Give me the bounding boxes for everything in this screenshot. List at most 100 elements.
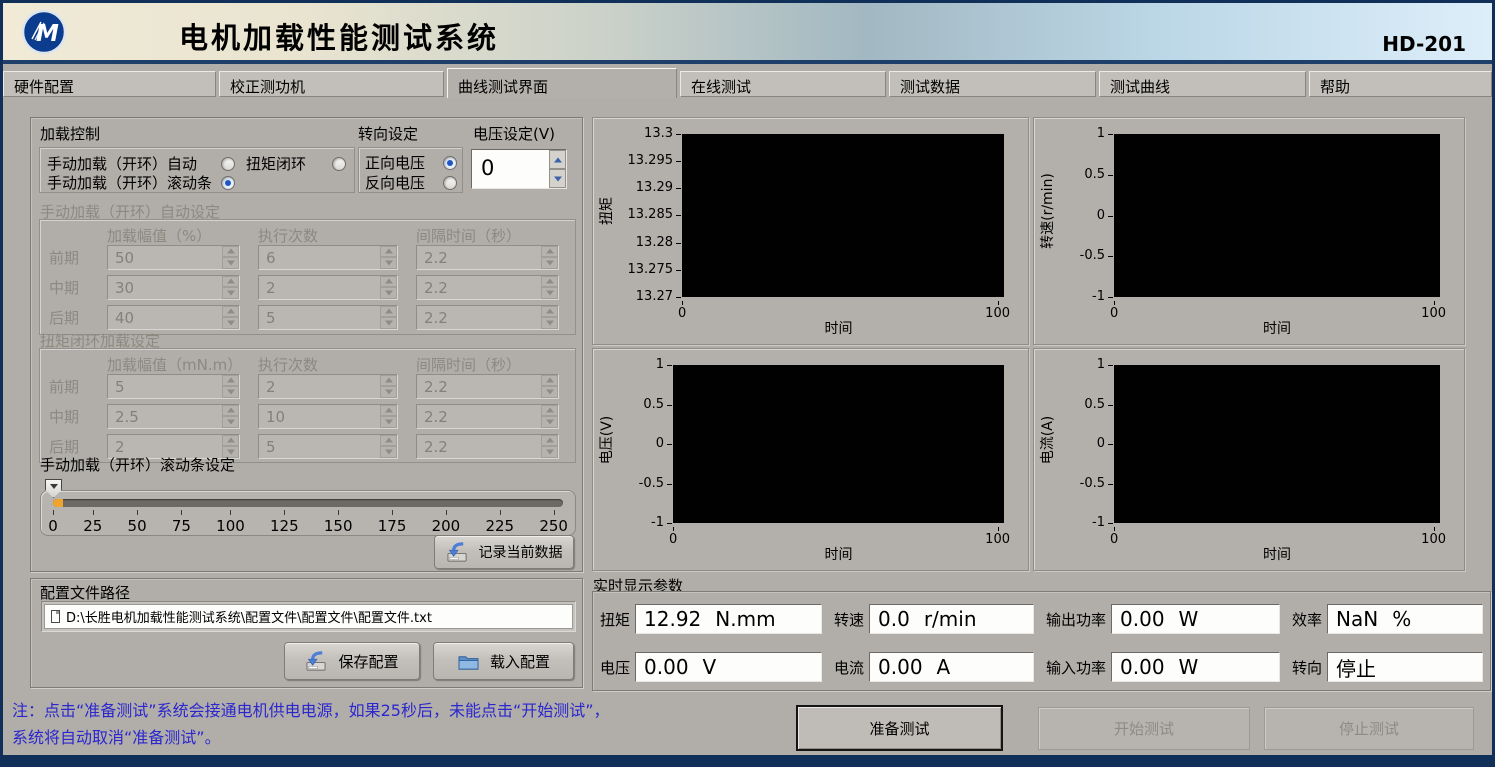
load-slider[interactable]: 0255075100125150175200225250 <box>40 490 576 536</box>
radio-button-icon[interactable] <box>221 176 235 190</box>
radio-option-manual-scrollbar[interactable]: 手动加载（开环）滚动条 <box>47 172 235 193</box>
spin-down-button <box>222 416 239 428</box>
app-window: M 电机加载性能测试系统 HD-201 硬件配置 校正测功机 曲线测试界面 在线… <box>3 3 1492 755</box>
number-field-value: 50 <box>108 246 222 269</box>
config-path-box[interactable]: D:\长胜电机加载性能测试系统\配置文件\配置文件\配置文件.txt <box>44 604 573 629</box>
settings-row: 前期 50 6 2.2 <box>40 242 575 272</box>
voltage-value[interactable]: 0 <box>472 150 549 188</box>
direction-group: 正向电压 反向电压 <box>358 147 463 193</box>
y-tick-label: 13.27 <box>617 290 682 304</box>
number-stepper <box>380 405 397 428</box>
load-config-button[interactable]: 载入配置 <box>433 642 574 680</box>
realtime-value-box: 0.00 A <box>869 652 1034 682</box>
realtime-field-label: 转速 <box>834 609 864 630</box>
number-field: 5 <box>258 434 398 459</box>
y-axis-ticks: 10.50-0.5-1 <box>617 358 673 530</box>
realtime-value: 停止 <box>1336 653 1376 682</box>
y-tick-label: 0.5 <box>617 398 673 412</box>
folder-icon <box>457 652 480 671</box>
realtime-field: 电压 0.00 V <box>600 652 822 682</box>
spin-down-button <box>380 416 397 428</box>
x-axis-ticks: 0 100 <box>673 528 1004 544</box>
record-data-label: 记录当前数据 <box>479 542 563 562</box>
save-config-button[interactable]: 保存配置 <box>284 642 420 680</box>
row-label: 前期 <box>49 376 89 397</box>
number-stepper <box>380 306 397 329</box>
y-tick-label: -1 <box>617 516 673 530</box>
record-data-button[interactable]: 记录当前数据 <box>434 535 574 569</box>
slider-tick-label: 25 <box>83 510 102 534</box>
tab[interactable]: 校正测功机 <box>219 71 444 97</box>
spin-down-button[interactable] <box>549 169 566 188</box>
load-config-label: 载入配置 <box>490 651 550 672</box>
voltage-stepper[interactable] <box>549 150 566 188</box>
spin-down-button <box>222 386 239 398</box>
tab-label: 曲线测试界面 <box>458 78 548 96</box>
number-field: 2 <box>258 374 398 399</box>
radio-option-torque-closedloop[interactable]: 扭矩闭环 <box>246 153 346 174</box>
realtime-unit: W <box>1179 607 1199 631</box>
slider-tick-label: 250 <box>539 510 568 534</box>
spin-up-button <box>380 276 397 288</box>
auto-setting-group: 加载幅值（%） 执行次数 间隔时间（秒） 前期 50 6 2.2 中期 30 2 <box>39 219 576 335</box>
number-field-value: 5 <box>108 375 222 398</box>
realtime-field: 效率 NaN % <box>1292 604 1483 634</box>
number-stepper <box>380 276 397 299</box>
realtime-field: 电流 0.00 A <box>834 652 1034 682</box>
y-tick-label: 13.275 <box>617 263 682 277</box>
x-axis-ticks: 0 100 <box>1114 302 1440 318</box>
number-field: 5 <box>258 305 398 330</box>
number-field-value: 2.2 <box>417 375 541 398</box>
tab[interactable]: 曲线测试界面 <box>447 68 677 98</box>
radio-button-icon[interactable] <box>443 176 457 190</box>
spin-down-button <box>380 287 397 299</box>
radio-option-label: 反向电压 <box>365 172 425 193</box>
tab[interactable]: 帮助 <box>1309 71 1492 97</box>
stop-test-button: 停止测试 <box>1264 707 1474 750</box>
voltage-input[interactable]: 0 <box>471 149 567 189</box>
radio-button-icon[interactable] <box>332 157 346 171</box>
row-label: 中期 <box>49 406 89 427</box>
tab[interactable]: 硬件配置 <box>3 71 216 97</box>
realtime-value-box: 0.00 W <box>1111 652 1280 682</box>
realtime-value: 0.0 <box>878 607 910 631</box>
speed-chart: 转速(r/min) 10.50-0.5-1 0 100 时间 <box>1033 117 1465 345</box>
tab-label: 在线测试 <box>691 78 751 96</box>
prepare-test-button[interactable]: 准备测试 <box>796 705 1003 751</box>
tab[interactable]: 测试曲线 <box>1099 71 1306 97</box>
spin-down-button <box>541 317 558 329</box>
realtime-value-box: 0.00 V <box>635 652 822 682</box>
config-path-field[interactable]: D:\长胜电机加载性能测试系统\配置文件\配置文件\配置文件.txt <box>41 601 576 632</box>
realtime-row: 扭矩 12.92 N.mm 转速 0.0 r/min 输出功率 0.00 W 效… <box>600 604 1483 634</box>
tab[interactable]: 在线测试 <box>680 71 886 97</box>
y-axis-label-text: 转速(r/min) <box>1037 173 1057 249</box>
plot-area <box>682 134 1004 297</box>
radio-option-forward-voltage[interactable]: 正向电压 <box>365 152 457 173</box>
radio-button-icon[interactable] <box>443 156 457 170</box>
realtime-value: 0.00 <box>1120 655 1165 679</box>
settings-row: 后期 40 5 2.2 <box>40 302 575 332</box>
save-icon <box>305 651 328 672</box>
slider-fill <box>53 499 63 507</box>
slider-tick-label: 175 <box>378 510 407 534</box>
number-stepper <box>380 246 397 269</box>
radio-option-reverse-voltage[interactable]: 反向电压 <box>365 172 457 193</box>
spin-up-button <box>222 375 239 387</box>
radio-option-manual-auto[interactable]: 手动加载（开环）自动 <box>47 153 235 174</box>
spin-up-button[interactable] <box>549 150 566 169</box>
slider-track[interactable] <box>53 499 563 507</box>
radio-button-icon[interactable] <box>221 157 235 171</box>
spin-down-button <box>222 317 239 329</box>
number-field: 2.2 <box>416 245 559 270</box>
app-title: 电机加载性能测试系统 <box>179 15 499 57</box>
model-label: HD-201 <box>1382 32 1466 56</box>
realtime-panel: 扭矩 12.92 N.mm 转速 0.0 r/min 输出功率 0.00 W 效… <box>592 591 1491 691</box>
config-path-title: 配置文件路径 <box>40 582 130 603</box>
number-field: 2.2 <box>416 275 559 300</box>
tab[interactable]: 测试数据 <box>889 71 1096 97</box>
slider-thumb[interactable] <box>45 479 62 498</box>
realtime-field-label: 转向 <box>1292 657 1322 678</box>
slider-title: 手动加载（开环）滚动条设定 <box>40 454 235 475</box>
realtime-field-label: 扭矩 <box>600 609 630 630</box>
number-field-value: 2 <box>259 375 380 398</box>
